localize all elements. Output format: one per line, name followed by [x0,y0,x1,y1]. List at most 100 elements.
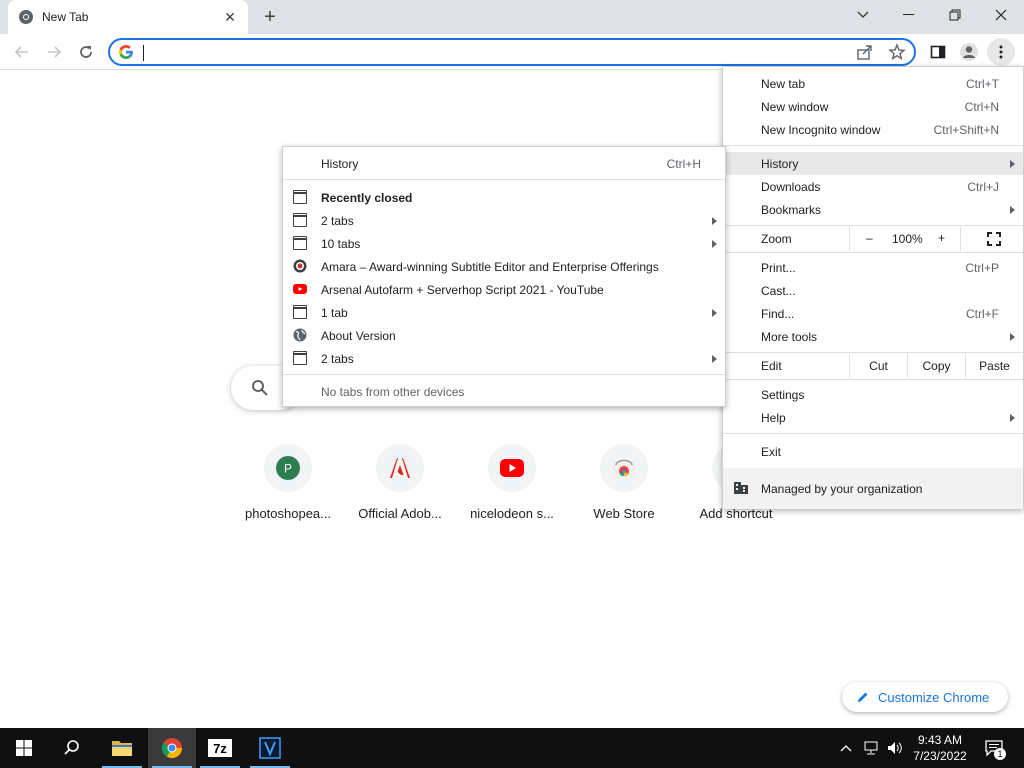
customize-chrome-button[interactable]: Customize Chrome [842,682,1008,712]
menu-settings[interactable]: Settings [723,383,1023,406]
shortcut-circle [600,444,648,492]
tab-close-icon[interactable]: ✕ [222,9,238,25]
customize-label: Customize Chrome [878,689,990,705]
history-entry[interactable]: Amara – Award-winning Subtitle Editor an… [283,255,725,278]
edit-label: Edit [761,359,782,373]
history-entry-label: 2 tabs [321,213,354,228]
menu-separator [723,433,1023,434]
history-entry-label: About Version [321,328,396,343]
new-tab-button[interactable]: + [258,5,282,29]
menu-bookmarks[interactable]: Bookmarks [723,198,1023,221]
menu-label: Downloads [761,179,821,194]
managed-label: Managed by your organization [761,482,923,496]
profile-button[interactable] [955,38,983,66]
reload-button[interactable] [72,38,100,66]
history-entry[interactable]: Arsenal Autofarm + Serverhop Script 2021… [283,278,725,301]
menu-label: Print... [761,260,796,275]
menu-managed[interactable]: Managed by your organization [723,468,1023,509]
submenu-arrow-icon [1010,332,1015,341]
minimize-button[interactable] [886,0,932,30]
menu-separator [283,179,725,180]
menu-shortcut: Ctrl+F [966,306,999,321]
menu-exit[interactable]: Exit [723,440,1023,463]
restore-button[interactable] [932,0,978,30]
zoom-out-button[interactable]: – [866,231,873,245]
close-window-button[interactable] [978,0,1024,30]
shortcut-youtube[interactable]: nicelodeon s... [456,444,568,521]
menu-help[interactable]: Help [723,406,1023,429]
menu-cast[interactable]: Cast... [723,279,1023,302]
paste-button[interactable]: Paste [965,354,1023,378]
minimize-icon [903,14,914,15]
taskbar-v-app[interactable] [246,728,294,768]
menu-shortcut: Ctrl+N [964,99,999,114]
menu-new-incognito[interactable]: New Incognito window Ctrl+Shift+N [723,118,1023,141]
back-button[interactable] [8,38,36,66]
youtube-icon [500,459,524,477]
fullscreen-icon[interactable] [987,232,1001,246]
taskbar-clock[interactable]: 9:43 AM 7/23/2022 [906,732,974,764]
history-entry[interactable]: About Version [283,324,725,347]
menu-shortcut: Ctrl+Shift+N [933,122,999,137]
menu-print[interactable]: Print... Ctrl+P [723,256,1023,279]
action-center-button[interactable]: 1 [980,728,1008,768]
taskbar-chrome[interactable] [148,728,196,768]
bookmark-star-button[interactable] [888,43,906,64]
history-item[interactable]: History Ctrl+H [283,152,725,175]
omnibox-input[interactable] [142,43,842,61]
address-bar[interactable] [108,38,916,66]
speaker-icon [888,742,902,754]
no-tabs-other-devices: No tabs from other devices [283,380,725,403]
building-icon [734,482,748,494]
history-entry[interactable]: 2 tabs [283,347,725,370]
menu-label: New tab [761,76,806,91]
menu-find[interactable]: Find... Ctrl+F [723,302,1023,325]
taskbar-7zip[interactable]: 7z [196,728,244,768]
tray-overflow-button[interactable] [836,728,856,768]
search-icon [64,740,79,755]
text-caret [143,45,144,61]
shortcut-label: Official Adob... [358,506,442,521]
side-panel-icon [930,45,946,59]
menu-new-window[interactable]: New window Ctrl+N [723,95,1023,118]
menu-label: Bookmarks [761,202,822,217]
forward-button[interactable] [40,38,68,66]
menu-label: New window [761,99,829,114]
recently-closed-label: Recently closed [321,190,413,205]
submenu-arrow-icon [1010,159,1015,168]
tab-new-tab[interactable]: New Tab ✕ [8,0,248,34]
zoom-in-button[interactable]: + [938,231,945,245]
windows-logo-icon [16,740,32,756]
menu-more-tools[interactable]: More tools [723,325,1023,348]
history-entry[interactable]: 1 tab [283,301,725,324]
volume-button[interactable] [884,728,906,768]
side-panel-button[interactable] [924,38,952,66]
menu-zoom-row: Zoom – 100% + [723,227,1023,251]
menu-new-tab[interactable]: New tab Ctrl+T [723,72,1023,95]
copy-button[interactable]: Copy [907,354,965,378]
chrome-menu-button[interactable] [987,38,1015,66]
history-entry-label: 10 tabs [321,236,361,251]
submenu-arrow-icon [1010,205,1015,214]
cut-button[interactable]: Cut [849,354,907,378]
shortcut-photopea[interactable]: P photoshopea... [232,444,344,521]
tab-search-button[interactable] [840,0,886,30]
shortcut-circle [488,444,536,492]
tab-strip: New Tab ✕ + [0,0,1024,34]
avatar-icon [960,43,978,61]
menu-downloads[interactable]: Downloads Ctrl+J [723,175,1023,198]
taskbar-search-button[interactable] [48,728,96,768]
shortcut-web-store[interactable]: Web Store [568,444,680,521]
start-button[interactable] [0,728,48,768]
shortcut-adobe[interactable]: Official Adob... [344,444,456,521]
menu-history[interactable]: History [723,152,1023,175]
shortcut-circle: P [264,444,312,492]
share-button[interactable] [856,43,874,64]
taskbar-file-explorer[interactable] [98,728,146,768]
history-entry[interactable]: 10 tabs [283,232,725,255]
history-entry[interactable]: 2 tabs [283,209,725,232]
web-store-icon [613,459,635,478]
amara-icon [293,259,307,273]
network-button[interactable] [860,728,882,768]
recently-closed-header[interactable]: Recently closed [283,186,725,209]
